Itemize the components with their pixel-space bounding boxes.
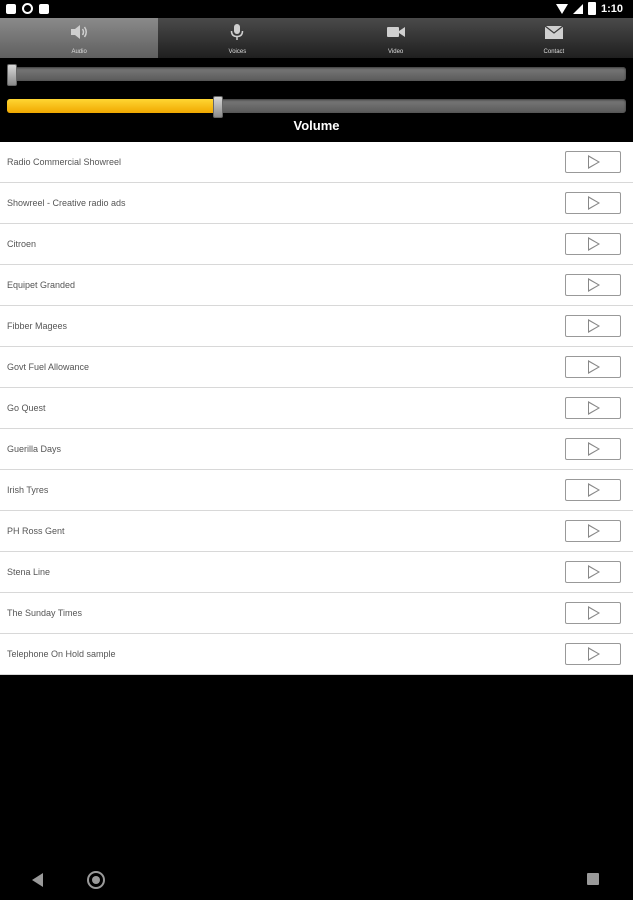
tab-contact[interactable]: Contact bbox=[475, 18, 633, 58]
track-title: Govt Fuel Allowance bbox=[7, 362, 90, 372]
tab-voices[interactable]: Voices bbox=[158, 18, 316, 58]
play-icon bbox=[588, 565, 600, 579]
clock: 1:10 bbox=[600, 2, 623, 15]
play-icon bbox=[588, 319, 600, 333]
play-icon bbox=[588, 278, 600, 292]
track-title: Guerilla Days bbox=[7, 444, 62, 454]
back-icon[interactable] bbox=[32, 873, 43, 887]
track-row[interactable]: Fibber Magees bbox=[0, 306, 633, 347]
track-title: Fibber Magees bbox=[7, 321, 68, 331]
track-row[interactable]: Go Quest bbox=[0, 388, 633, 429]
track-row[interactable]: Telephone On Hold sample bbox=[0, 634, 633, 675]
track-title: Citroen bbox=[7, 239, 37, 249]
track-title: Stena Line bbox=[7, 567, 51, 577]
tab-label: Video bbox=[388, 49, 404, 55]
status-bar: 1:10 bbox=[0, 0, 633, 18]
sd-card-icon bbox=[39, 3, 49, 14]
envelope-icon bbox=[544, 25, 564, 39]
track-row[interactable]: PH Ross Gent bbox=[0, 511, 633, 552]
play-icon bbox=[588, 401, 600, 415]
play-button[interactable] bbox=[565, 520, 621, 542]
tab-audio[interactable]: Audio bbox=[0, 18, 159, 58]
track-row[interactable]: Citroen bbox=[0, 224, 633, 265]
track-title: PH Ross Gent bbox=[7, 526, 65, 536]
play-button[interactable] bbox=[565, 151, 621, 173]
track-title: Go Quest bbox=[7, 403, 46, 413]
speaker-icon bbox=[71, 25, 88, 39]
tab-video[interactable]: Video bbox=[317, 18, 475, 58]
notification-icons bbox=[6, 3, 49, 14]
video-camera-icon bbox=[386, 27, 405, 37]
track-row[interactable]: Stena Line bbox=[0, 552, 633, 593]
progress-slider[interactable] bbox=[7, 64, 626, 86]
play-icon bbox=[588, 647, 600, 661]
play-icon bbox=[588, 237, 600, 251]
play-icon bbox=[588, 483, 600, 497]
track-row[interactable]: Showreel - Creative radio ads bbox=[0, 183, 633, 224]
play-icon bbox=[588, 196, 600, 210]
volume-label: Volume bbox=[293, 118, 340, 133]
tab-label: Audio bbox=[71, 49, 87, 55]
navigation-bar bbox=[0, 860, 633, 900]
track-row[interactable]: The Sunday Times bbox=[0, 593, 633, 634]
track-row[interactable]: Radio Commercial Showreel bbox=[0, 142, 633, 183]
play-button[interactable] bbox=[565, 479, 621, 501]
track-title: Radio Commercial Showreel bbox=[7, 157, 122, 167]
play-button[interactable] bbox=[565, 397, 621, 419]
play-button[interactable] bbox=[565, 233, 621, 255]
track-row[interactable]: Irish Tyres bbox=[0, 470, 633, 511]
track-title: The Sunday Times bbox=[7, 608, 83, 618]
notification-app-icon bbox=[6, 3, 16, 14]
play-button[interactable] bbox=[565, 602, 621, 624]
system-icons: 1:10 bbox=[555, 2, 623, 15]
wifi-icon bbox=[555, 3, 568, 14]
volume-slider[interactable] bbox=[7, 96, 626, 118]
volume-fill bbox=[7, 99, 218, 113]
tab-label: Contact bbox=[543, 49, 565, 55]
recents-icon[interactable] bbox=[587, 873, 599, 885]
track-title: Irish Tyres bbox=[7, 485, 49, 495]
track-row[interactable]: Equipet Granded bbox=[0, 265, 633, 306]
track-title: Telephone On Hold sample bbox=[7, 649, 116, 659]
play-button[interactable] bbox=[565, 643, 621, 665]
play-button[interactable] bbox=[565, 315, 621, 337]
track-title: Showreel - Creative radio ads bbox=[7, 198, 126, 208]
play-button[interactable] bbox=[565, 438, 621, 460]
play-icon bbox=[588, 524, 600, 538]
play-button[interactable] bbox=[565, 356, 621, 378]
progress-thumb[interactable] bbox=[7, 64, 17, 86]
home-icon[interactable] bbox=[87, 871, 105, 889]
battery-icon bbox=[587, 2, 596, 15]
microphone-icon bbox=[231, 24, 244, 40]
signal-icon bbox=[572, 3, 583, 14]
notification-circle-icon bbox=[22, 3, 33, 14]
track-list: Radio Commercial Showreel Showreel - Crea… bbox=[0, 142, 633, 675]
track-title: Equipet Granded bbox=[7, 280, 76, 290]
play-button[interactable] bbox=[565, 274, 621, 296]
play-icon bbox=[588, 442, 600, 456]
play-icon bbox=[588, 360, 600, 374]
tab-bar: Audio Voices Video Contact bbox=[0, 18, 633, 58]
tab-label: Voices bbox=[228, 49, 247, 55]
play-button[interactable] bbox=[565, 561, 621, 583]
track-row[interactable]: Guerilla Days bbox=[0, 429, 633, 470]
play-icon bbox=[588, 606, 600, 620]
play-button[interactable] bbox=[565, 192, 621, 214]
volume-thumb[interactable] bbox=[213, 96, 224, 118]
track-row[interactable]: Govt Fuel Allowance bbox=[0, 347, 633, 388]
play-icon bbox=[588, 155, 600, 169]
